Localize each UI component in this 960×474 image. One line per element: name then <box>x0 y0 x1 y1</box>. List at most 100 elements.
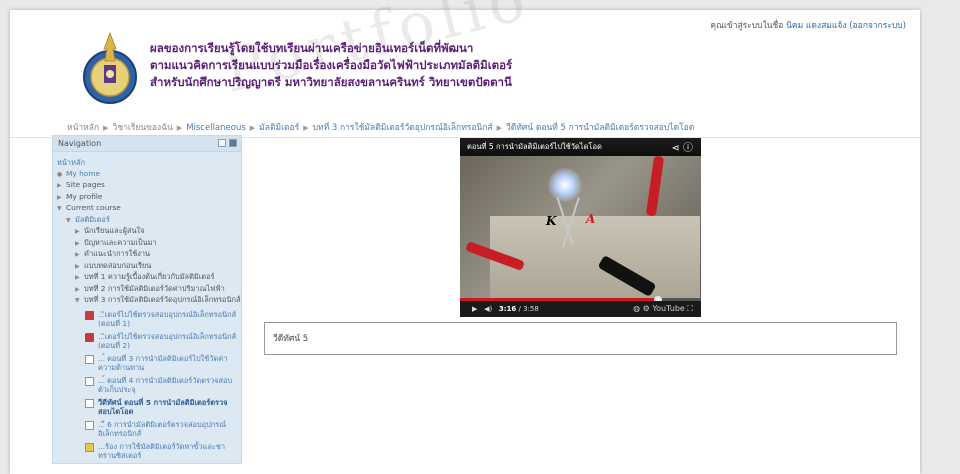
video-player[interactable]: K A ตอนที่ 5 การนำมัลติมิเตอร์ไปใช้วัดได… <box>460 138 701 317</box>
breadcrumb-separator-icon: ▶ <box>176 124 183 132</box>
expand-arrow-icon: ▶ <box>57 193 62 201</box>
volume-icon[interactable]: ◀) <box>484 305 492 313</box>
nav-activity-label: ...ี่ 6 การนำมัลติมิเตอร์ตรวจสอบอุปกรณ์อ… <box>98 419 227 439</box>
video-time: 3:16 / 3:58 <box>498 305 539 313</box>
nav-activity-current[interactable]: วีดีทัศน์ ตอนที่ 5 การนำมัลติมิเตอร์ตรวจ… <box>85 398 237 417</box>
logout-link[interactable]: (ออกจากระบบ) <box>849 21 906 31</box>
block-controls <box>218 139 237 147</box>
play-icon[interactable]: ▶ <box>472 305 477 313</box>
window-edge <box>922 0 960 474</box>
nav-site-pages-label: Site pages <box>66 180 105 189</box>
breadcrumb-home[interactable]: หน้าหลัก <box>67 123 99 133</box>
video-title-bar: ตอนที่ 5 การนำมัลติมิเตอร์ไปใช้วัดไดโอด … <box>460 138 701 156</box>
login-prefix: คุณเข้าสู่ระบบในชื่อ <box>710 21 784 31</box>
nav-course[interactable]: ▼ มัลติมิเตอร์ <box>57 215 237 227</box>
expand-arrow-icon: ▶ <box>75 262 80 270</box>
video-right-controls: ◍ ⚙ YouTube ⛶ <box>633 301 693 317</box>
breadcrumb-separator-icon: ▶ <box>496 124 503 132</box>
breadcrumb-my-courses[interactable]: วิชาเรียนของฉัน <box>113 123 173 133</box>
nav-activity[interactable]: ...ิเตอร์ไปใช้ตรวจสอบอุปกรณ์อิเล็กทรอนิก… <box>85 332 237 351</box>
pdf-icon <box>85 332 94 342</box>
minimize-icon[interactable] <box>218 139 226 147</box>
info-icon[interactable]: ⓘ <box>683 143 693 154</box>
login-info: คุณเข้าสู่ระบบในชื่อ นิคม แดงสมแจ้ง (ออก… <box>710 18 906 32</box>
breadcrumb-separator-icon: ▶ <box>249 124 256 132</box>
nav-activity[interactable]: ...์ ตอนที่ 3 การนำมัลติมิเตอร์ไปใช้วัดค… <box>85 354 237 373</box>
dock-icon[interactable] <box>229 139 237 147</box>
nav-section-label: บทที่ 2 การใช้มัลติมิเตอร์วัดค่าปริมาณไฟ… <box>84 283 225 293</box>
site-title-line-2: ตามแนวคิดการเรียนแบบร่วมมือเรื่องเครื่อง… <box>150 58 513 72</box>
red-probe <box>645 155 665 217</box>
nav-my-home-label: My home <box>66 168 101 178</box>
page: Portfolio ผลของการเรียนรู้โดยใช้บทเรียนผ… <box>10 0 920 474</box>
expand-arrow-icon: ▶ <box>75 228 80 235</box>
nav-section-label: นักเรียนและผู้สนใจ <box>84 226 145 235</box>
collapse-arrow-icon: ▼ <box>66 216 71 224</box>
share-icon[interactable]: ⋖ <box>671 143 679 154</box>
nav-section[interactable]: ▶ นักเรียนและผู้สนใจ <box>75 226 237 238</box>
site-header: Portfolio ผลของการเรียนรู้โดยใช้บทเรียนผ… <box>10 0 920 115</box>
nav-section[interactable]: ▶ บทที่ 2 การใช้มัลติมิเตอร์วัดค่าปริมาณไ… <box>75 284 237 296</box>
expand-arrow-icon: ▶ <box>57 182 62 189</box>
nav-my-profile-label: My profile <box>66 191 103 201</box>
video-frame: K A <box>460 155 701 302</box>
nav-home-label: หน้าหลัก <box>57 158 85 167</box>
content-caption: วีดีทัศน์ 5 <box>273 334 309 344</box>
collapse-arrow-icon: ▼ <box>57 205 62 212</box>
nav-my-profile[interactable]: ▶ My profile <box>57 192 237 204</box>
site-title-line-1: ผลของการเรียนรู้โดยใช้บทเรียนผ่านเครือข่… <box>150 41 474 55</box>
anode-label: A <box>586 212 596 226</box>
nav-section-label: คำแนะนำการใช้งาน <box>84 249 151 258</box>
nav-home[interactable]: หน้าหลัก <box>57 158 237 169</box>
university-logo[interactable] <box>80 27 140 105</box>
nav-section-label: แบบทดสอบก่อนเรียน <box>84 260 152 270</box>
content-label-box: วีดีทัศน์ 5 <box>264 322 897 355</box>
nav-section[interactable]: ▶ แบบทดสอบก่อนเรียน <box>75 261 237 273</box>
youtube-logo[interactable]: YouTube <box>652 304 685 313</box>
expand-arrow-icon: ▶ <box>75 285 80 293</box>
video-time-total: 3:58 <box>523 305 539 313</box>
nav-activity[interactable]: ...ี่ 6 การนำมัลติมิเตอร์ตรวจสอบอุปกรณ์อ… <box>85 420 237 439</box>
settings-gear-icon[interactable]: ⚙ <box>643 304 650 313</box>
video-page-icon <box>85 398 94 408</box>
breadcrumb-course[interactable]: มัลติมิเตอร์ <box>259 123 299 133</box>
nav-activity[interactable]: ...ร้อง การใช้มัลติมิเตอร์วัดหาขั้วและชา… <box>85 442 237 461</box>
cathode-label: K <box>546 214 557 228</box>
collapse-arrow-icon: ▼ <box>75 297 80 304</box>
expand-arrow-icon: ▶ <box>75 239 80 247</box>
breadcrumb-separator-icon: ▶ <box>303 124 309 132</box>
nav-my-home[interactable]: ● My home <box>57 169 237 181</box>
nav-activities: ...ิเตอร์ไปใช้ตรวจสอบอุปกรณ์อิเล็กทรอนิก… <box>75 310 237 461</box>
navigation-title: Navigation <box>58 139 102 148</box>
nav-section[interactable]: ▶ ปัญหาและความเป็นมา <box>75 238 237 250</box>
nav-section-current[interactable]: ▼ บทที่ 3 การใช้มัลติมิเตอร์วัดอุปกรณ์อิเ… <box>75 295 241 307</box>
user-profile-link[interactable]: นิคม แดงสมแจ้ง <box>786 21 846 31</box>
navigation-block: Navigation หน้าหลัก ● My home ▶ Site pages… <box>52 135 242 464</box>
navigation-tree: หน้าหลัก ● My home ▶ Site pages ▶ My profil… <box>53 152 241 461</box>
nav-activity-label: ...ิเตอร์ไปใช้ตรวจสอบอุปกรณ์อิเล็กทรอนิก… <box>98 331 237 351</box>
nav-course-label: มัลติมิเตอร์ <box>75 214 110 224</box>
nav-activity[interactable]: ...ิเตอร์ไปใช้ตรวจสอบอุปกรณ์อิเล็กทรอนิก… <box>85 310 237 329</box>
nav-section-label: ปัญหาและความเป็นมา <box>84 237 157 247</box>
captions-icon[interactable]: ◍ <box>633 304 640 313</box>
pdf-icon <box>85 310 94 320</box>
nav-activity-label: ...์ ตอนที่ 4 การนำมัลติมิเตอร์วัดตรวจสอ… <box>98 375 233 395</box>
video-controls: ▶ ◀) 3:16 / 3:58 ◍ ⚙ YouTube ⛶ <box>460 301 701 317</box>
fullscreen-icon[interactable]: ⛶ <box>687 304 693 313</box>
nav-section[interactable]: ▶ บทที่ 1 ความรู้เบื้องต้นเกี่ยวกับมัลติม… <box>75 272 237 284</box>
breadboard <box>490 216 700 302</box>
nav-current-course[interactable]: ▼ Current course <box>57 203 237 215</box>
site-title: ผลของการเรียนรู้โดยใช้บทเรียนผ่านเครือข่… <box>150 40 512 91</box>
breadcrumb-category[interactable]: Miscellaneous <box>186 123 246 133</box>
video-title[interactable]: ตอนที่ 5 การนำมัลติมิเตอร์ไปใช้วัดไดโอด <box>467 142 602 151</box>
nav-activity[interactable]: ...์ ตอนที่ 4 การนำมัลติมิเตอร์วัดตรวจสอ… <box>85 376 237 395</box>
expand-arrow-icon: ▶ <box>75 251 80 258</box>
breadcrumb-section[interactable]: บทที่ 3 การใช้มัลติมิเตอร์วัดอุปกรณ์อิเล… <box>313 123 493 133</box>
nav-site-pages[interactable]: ▶ Site pages <box>57 180 237 192</box>
nav-activity-label: ...ร้อง การใช้มัลติมิเตอร์วัดหาขั้วและชา… <box>98 441 226 461</box>
video-top-icons: ⋖ ⓘ <box>671 140 693 157</box>
nav-section[interactable]: ▶ คำแนะนำการใช้งาน <box>75 249 237 261</box>
breadcrumb-current: วีดีทัศน์ ตอนที่ 5 การนำมัลติมิเตอร์ตรวจ… <box>506 123 695 133</box>
video-time-current: 3:16 <box>498 305 517 313</box>
nav-current-course-label: Current course <box>66 203 121 212</box>
